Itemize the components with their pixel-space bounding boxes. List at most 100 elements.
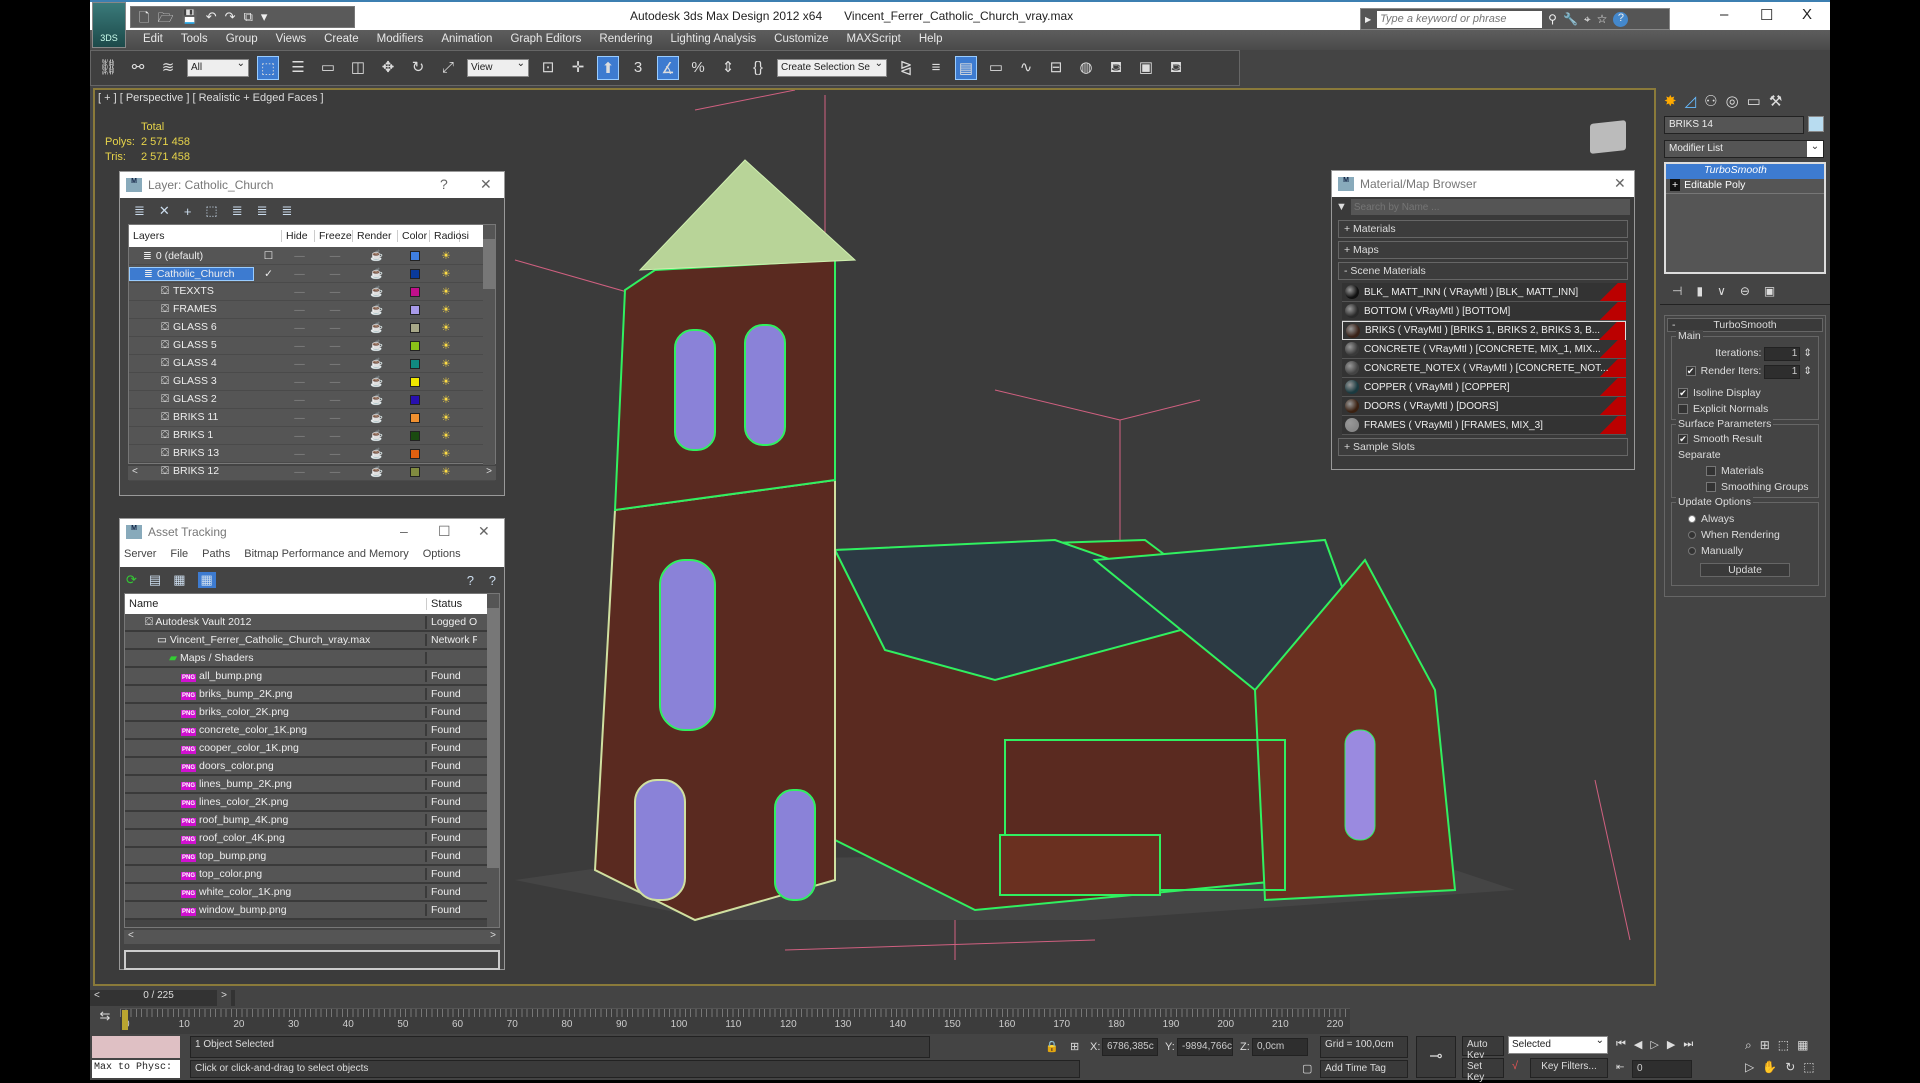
freeze-toggle[interactable]: — bbox=[316, 394, 354, 406]
layer-row[interactable]: ≣ Catholic_Church ✓ — — ☕ ☀ bbox=[129, 265, 495, 283]
schematic-view-icon[interactable]: ⊟ bbox=[1045, 56, 1067, 80]
set-key-icon[interactable]: ⊸ bbox=[1416, 1036, 1456, 1078]
column-status[interactable]: Status bbox=[427, 598, 462, 610]
hierarchy-tab-icon[interactable]: ⚇ bbox=[1704, 92, 1717, 110]
zoom-icon[interactable]: ⌕ bbox=[1745, 1038, 1752, 1053]
radiosity-icon[interactable]: ☀ bbox=[431, 376, 461, 388]
layer-row[interactable]: ⛋ BRIKS 13— — ☕ ☀ bbox=[129, 445, 495, 463]
unlink-icon[interactable]: ⚯ bbox=[127, 56, 149, 80]
asset-row[interactable]: PNG top_bump.png Found bbox=[125, 848, 499, 866]
layer-row[interactable]: ⛋ BRIKS 11— — ☕ ☀ bbox=[129, 409, 495, 427]
radiosity-icon[interactable]: ☀ bbox=[431, 466, 461, 478]
layer-row[interactable]: ⛋ GLASS 3— — ☕ ☀ bbox=[129, 373, 495, 391]
scene-material-item[interactable]: CONCRETE ( VRayMtl ) [CONCRETE, MIX_1, M… bbox=[1342, 340, 1626, 359]
selection-filter-dropdown[interactable]: All bbox=[187, 58, 249, 77]
previous-frame-icon[interactable]: ◀ bbox=[1634, 1038, 1642, 1051]
radiosity-icon[interactable]: ☀ bbox=[431, 394, 461, 406]
close-button[interactable]: ✕ bbox=[478, 523, 490, 540]
viewport-label[interactable]: [ + ] [ Perspective ] [ Realistic + Edge… bbox=[98, 92, 324, 104]
hide-toggle[interactable]: — bbox=[283, 304, 316, 316]
menu-animation[interactable]: Animation bbox=[432, 30, 501, 50]
hide-toggle[interactable]: — bbox=[283, 250, 316, 262]
scene-material-item[interactable]: COPPER ( VRayMtl ) [COPPER] bbox=[1342, 378, 1626, 397]
radiosity-icon[interactable]: ☀ bbox=[431, 412, 461, 424]
column-header[interactable]: Render bbox=[353, 230, 398, 242]
hide-toggle[interactable]: — bbox=[283, 286, 316, 298]
object-color-swatch[interactable] bbox=[1808, 116, 1824, 132]
scene-material-item[interactable]: BOTTOM ( VRayMtl ) [BOTTOM] bbox=[1342, 302, 1626, 321]
render-teapot-icon[interactable]: ☕ bbox=[354, 267, 399, 280]
create-layer-icon[interactable]: ≣ bbox=[134, 203, 145, 219]
render-teapot-icon[interactable]: ☕ bbox=[354, 285, 399, 298]
layer-color-swatch[interactable] bbox=[410, 268, 420, 279]
help-button[interactable]: ? bbox=[440, 176, 448, 192]
keyword-search-input[interactable] bbox=[1377, 10, 1543, 28]
undo-icon[interactable]: ↶ bbox=[206, 9, 217, 25]
asset-row[interactable]: PNG all_bump.png Found bbox=[125, 668, 499, 686]
menu-group[interactable]: Group bbox=[217, 30, 267, 50]
maximize-button[interactable]: ☐ bbox=[1760, 6, 1773, 24]
create-tab-icon[interactable]: ✸ bbox=[1664, 92, 1677, 110]
asset-menu-item[interactable]: File bbox=[170, 548, 188, 564]
close-button[interactable]: ✕ bbox=[1614, 175, 1626, 192]
freeze-toggle[interactable]: — bbox=[316, 412, 354, 424]
column-header[interactable]: Freeze bbox=[315, 230, 353, 242]
vertical-scrollbar[interactable] bbox=[487, 594, 499, 927]
key-mode-dropdown[interactable]: Selected bbox=[1508, 1035, 1608, 1054]
snap-toggle-icon[interactable]: 3 bbox=[627, 56, 649, 80]
asset-menu-item[interactable]: Options bbox=[423, 548, 461, 564]
material-editor-icon[interactable]: ◍ bbox=[1075, 56, 1097, 80]
render-teapot-icon[interactable]: ☕ bbox=[354, 465, 399, 478]
asset-row[interactable]: PNG lines_bump_2K.png Found bbox=[125, 776, 499, 794]
asset-tracking-titlebar[interactable]: M Asset Tracking – ☐ ✕ bbox=[120, 519, 504, 545]
menu-tools[interactable]: Tools bbox=[172, 30, 217, 50]
mirror-icon[interactable]: ⧎ bbox=[895, 56, 917, 80]
menu-modifiers[interactable]: Modifiers bbox=[368, 30, 433, 50]
freeze-all-icon[interactable]: ≣ bbox=[282, 203, 293, 219]
current-frame-marker[interactable] bbox=[122, 1010, 128, 1030]
move-icon[interactable]: ✥ bbox=[377, 56, 399, 80]
render-teapot-icon[interactable]: ☕ bbox=[354, 375, 399, 388]
freeze-toggle[interactable]: — bbox=[316, 286, 354, 298]
pin-stack-icon[interactable]: ⊣ bbox=[1672, 284, 1682, 298]
scale-icon[interactable]: ⤢ bbox=[437, 56, 459, 80]
go-to-end-icon[interactable]: ⏭ bbox=[1683, 1038, 1693, 1051]
set-key-button[interactable]: Set Key bbox=[1462, 1058, 1504, 1083]
show-end-result-icon[interactable]: ▮ bbox=[1696, 284, 1703, 298]
freeze-toggle[interactable]: — bbox=[316, 250, 354, 262]
maximize-button[interactable]: ☐ bbox=[438, 523, 451, 540]
explicit-normals-checkbox[interactable] bbox=[1678, 404, 1688, 415]
field-of-view-icon[interactable]: ▷ bbox=[1745, 1060, 1754, 1074]
layer-row[interactable]: ⛋ GLASS 4— — ☕ ☀ bbox=[129, 355, 495, 373]
chevron-down-icon[interactable]: ▾ bbox=[261, 9, 268, 25]
render-iters-spinner[interactable]: 1 bbox=[1764, 365, 1801, 379]
layer-color-swatch[interactable] bbox=[410, 376, 420, 387]
hide-toggle[interactable]: — bbox=[283, 268, 316, 280]
layer-row[interactable]: ⛋ GLASS 6— — ☕ ☀ bbox=[129, 319, 495, 337]
layer-color-swatch[interactable] bbox=[410, 358, 420, 369]
isoline-display-checkbox[interactable]: ✔ bbox=[1678, 388, 1688, 399]
search-by-name-input[interactable] bbox=[1350, 199, 1630, 215]
pan-icon[interactable]: ✋ bbox=[1762, 1060, 1777, 1074]
expand-icon[interactable]: ▶ bbox=[1365, 15, 1371, 24]
freeze-toggle[interactable]: — bbox=[316, 340, 354, 352]
freeze-toggle[interactable]: — bbox=[316, 268, 354, 280]
hide-toggle[interactable]: — bbox=[283, 430, 316, 442]
render-teapot-icon[interactable]: ☕ bbox=[354, 303, 399, 316]
mini-curve-editor-icon[interactable]: ⇆ bbox=[90, 1008, 120, 1034]
freeze-toggle[interactable]: — bbox=[316, 448, 354, 460]
manipulate-icon[interactable]: ✛ bbox=[567, 56, 589, 80]
rendered-frame-icon[interactable]: ▣ bbox=[1135, 56, 1157, 80]
layer-row[interactable]: ⛋ BRIKS 1— — ☕ ☀ bbox=[129, 427, 495, 445]
menu-rendering[interactable]: Rendering bbox=[590, 30, 661, 50]
layer-color-swatch[interactable] bbox=[410, 304, 420, 315]
close-button[interactable]: ✕ bbox=[480, 176, 492, 193]
maximize-viewport-icon[interactable]: ⬚ bbox=[1803, 1060, 1814, 1074]
scene-material-item[interactable]: BLK_ MATT_INN ( VRayMtl ) [BLK_ MATT_INN… bbox=[1342, 283, 1626, 302]
zoom-extents-all-icon[interactable]: ▦ bbox=[1797, 1038, 1808, 1053]
layer-color-swatch[interactable] bbox=[410, 448, 420, 459]
stack-item-editable-poly[interactable]: + Editable Poly bbox=[1666, 179, 1824, 194]
freeze-toggle[interactable]: — bbox=[316, 466, 354, 478]
hide-toggle[interactable]: — bbox=[283, 394, 316, 406]
when-rendering-radio[interactable] bbox=[1688, 531, 1696, 540]
